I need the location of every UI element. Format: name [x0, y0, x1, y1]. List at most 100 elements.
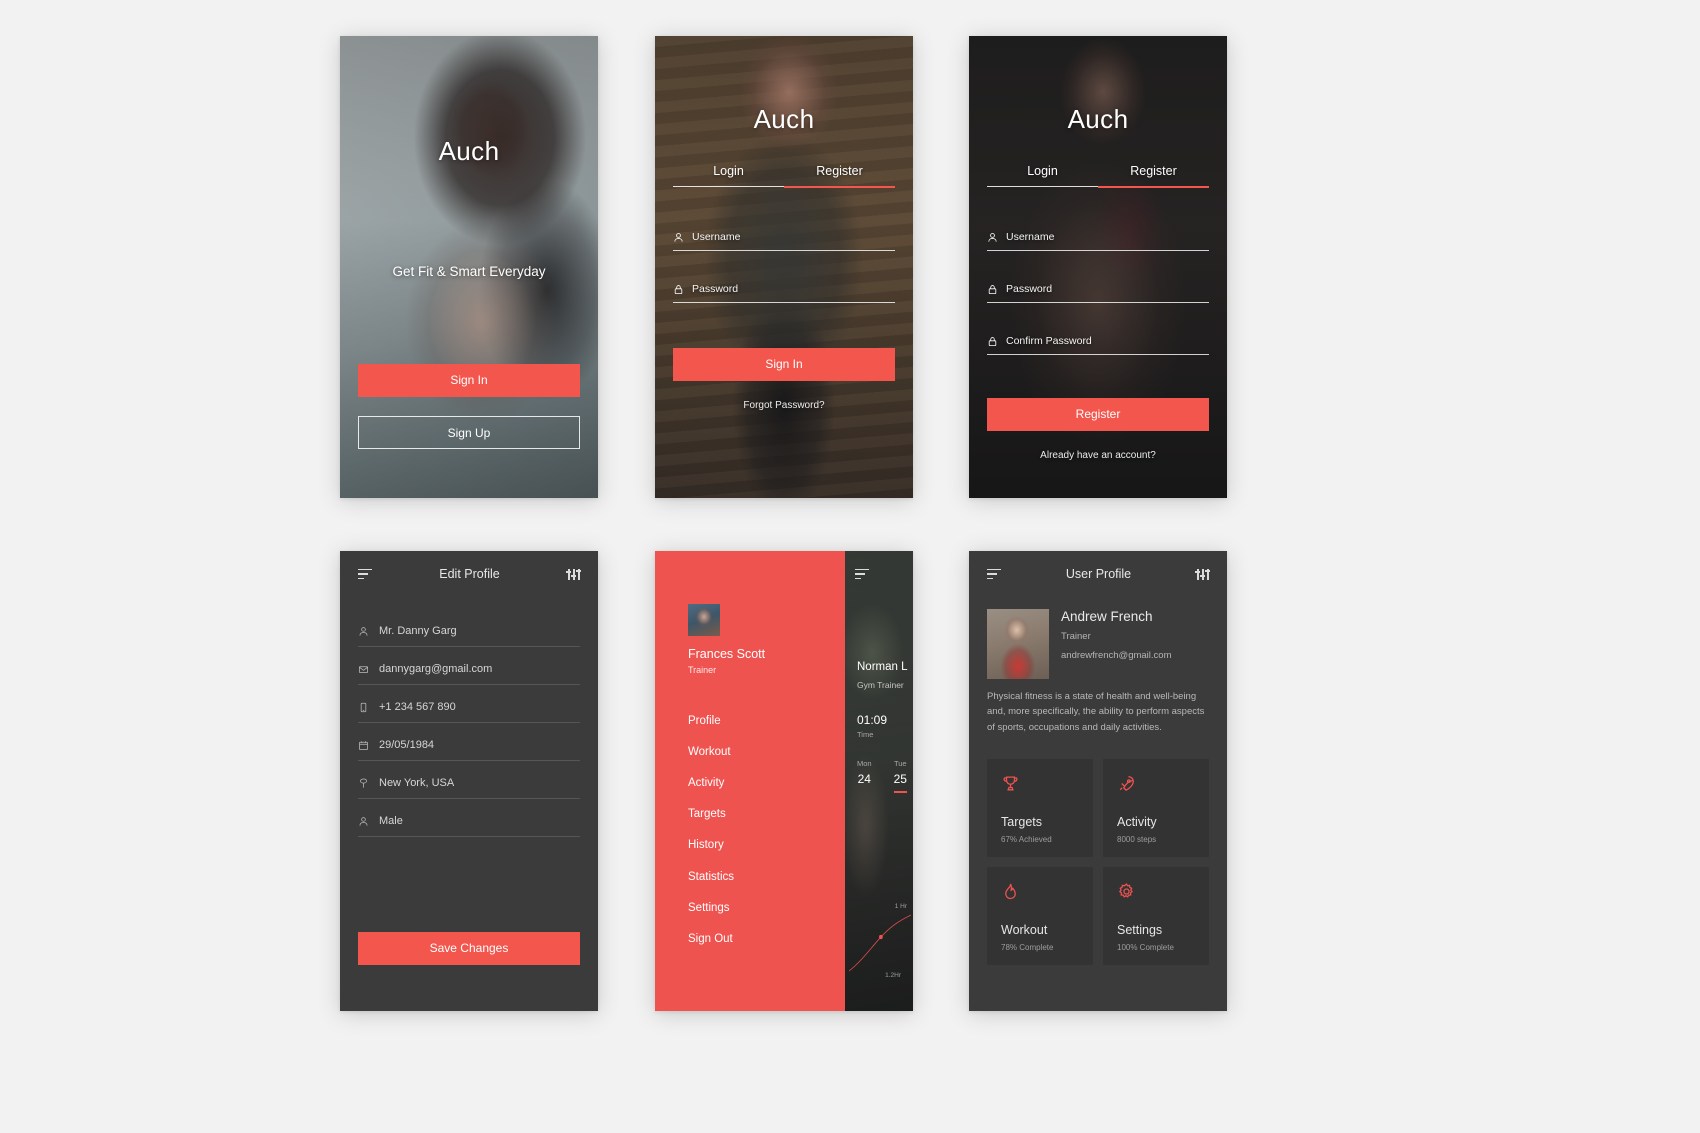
- stat-card-targets-value: 67% Achieved: [1001, 835, 1052, 844]
- menu-icon[interactable]: [987, 568, 1001, 580]
- edit-profile-field-list: Mr. Danny Garg dannygarg@gmail.com +1 23…: [358, 609, 580, 837]
- login-tab-rail: [673, 186, 895, 188]
- edit-profile-dob-value: 29/05/1984: [379, 739, 435, 751]
- splash-sign-up-button[interactable]: Sign Up: [358, 416, 580, 449]
- drawer-item-history[interactable]: History: [688, 830, 833, 861]
- user-profile-email: andrewfrench@gmail.com: [1061, 650, 1172, 661]
- filter-icon[interactable]: [1195, 568, 1210, 580]
- app-brand-logo: Auch: [438, 136, 500, 166]
- edit-profile-phone-value: +1 234 567 890: [379, 701, 456, 713]
- edit-profile-email-row[interactable]: dannygarg@gmail.com: [358, 647, 580, 685]
- day-chip-tue[interactable]: Tue 25: [894, 759, 907, 793]
- lock-icon: [987, 284, 998, 295]
- drawer-item-sign-out[interactable]: Sign Out: [688, 923, 833, 954]
- save-changes-button[interactable]: Save Changes: [358, 932, 580, 965]
- edit-profile-gender-value: Male: [379, 815, 403, 827]
- register-username-underline: [987, 250, 1209, 251]
- drawer-item-settings[interactable]: Settings: [688, 892, 833, 923]
- drawer-user-name: Frances Scott: [688, 647, 766, 661]
- register-password-field[interactable]: Password: [987, 283, 1209, 303]
- user-icon: [673, 232, 684, 243]
- stat-card-activity-label: Activity: [1117, 815, 1157, 829]
- stat-card-settings-value: 100% Complete: [1117, 943, 1174, 952]
- screen-edit-profile: Edit Profile Mr. Danny Garg dannygarg@gm…: [340, 551, 598, 1011]
- stat-card-activity-value: 8000 steps: [1117, 835, 1157, 844]
- location-icon: [358, 778, 369, 789]
- splash-tagline: Get Fit & Smart Everyday: [392, 264, 546, 279]
- gender-icon: [358, 816, 369, 827]
- login-username-placeholder: Username: [692, 231, 741, 243]
- register-username-field[interactable]: Username: [987, 231, 1209, 251]
- screen-user-profile: User Profile Andrew French Trainer andre…: [969, 551, 1227, 1011]
- stat-card-workout-label: Workout: [1001, 923, 1048, 937]
- menu-icon[interactable]: [358, 568, 372, 580]
- already-have-account-link[interactable]: Already have an account?: [969, 450, 1227, 461]
- mail-icon: [358, 664, 369, 675]
- workout-timer-label: Time: [857, 730, 874, 739]
- flame-icon: [1001, 882, 1079, 901]
- register-confirm-placeholder: Confirm Password: [1006, 335, 1092, 347]
- user-profile-header: Andrew French Trainer andrewfrench@gmail…: [987, 609, 1209, 679]
- trophy-icon: [1001, 774, 1079, 793]
- filter-icon[interactable]: [566, 568, 581, 580]
- workout-trainer-role: Gym Trainer: [857, 680, 904, 690]
- register-password-underline: [987, 302, 1209, 303]
- day-chip-mon[interactable]: Mon 24: [857, 759, 872, 793]
- edit-profile-name-row[interactable]: Mr. Danny Garg: [358, 609, 580, 647]
- tab-register[interactable]: Register: [784, 164, 895, 186]
- splash-sign-in-button[interactable]: Sign In: [358, 364, 580, 397]
- screen-splash: Auch Get Fit & Smart Everyday Sign In Si…: [340, 36, 598, 498]
- edit-profile-dob-row[interactable]: 29/05/1984: [358, 723, 580, 761]
- edit-profile-email-value: dannygarg@gmail.com: [379, 663, 493, 675]
- stat-card-workout[interactable]: Workout 78% Complete: [987, 867, 1093, 965]
- edit-profile-phone-row[interactable]: +1 234 567 890: [358, 685, 580, 723]
- edit-profile-location-value: New York, USA: [379, 777, 455, 789]
- register-submit-button[interactable]: Register: [987, 398, 1209, 431]
- workout-activity-chart: 1 Hr 1.2Hr: [848, 893, 912, 983]
- stat-card-workout-value: 78% Complete: [1001, 943, 1054, 952]
- drawer-item-profile[interactable]: Profile: [688, 705, 833, 736]
- drawer-item-statistics[interactable]: Statistics: [688, 861, 833, 892]
- tab-login[interactable]: Login: [673, 164, 784, 186]
- stat-card-activity[interactable]: Activity 8000 steps: [1103, 759, 1209, 857]
- drawer-item-workout[interactable]: Workout: [688, 736, 833, 767]
- drawer-item-activity[interactable]: Activity: [688, 767, 833, 798]
- login-username-underline: [673, 250, 895, 251]
- chart-label-high: 1 Hr: [894, 903, 907, 910]
- avatar: [987, 609, 1049, 679]
- edit-profile-name-value: Mr. Danny Garg: [379, 625, 457, 637]
- edit-profile-appbar: Edit Profile: [340, 551, 598, 597]
- register-auth-tabs: Login Register: [987, 164, 1209, 186]
- stat-card-targets[interactable]: Targets 67% Achieved: [987, 759, 1093, 857]
- register-confirm-password-field[interactable]: Confirm Password: [987, 335, 1209, 355]
- day-chip-tue-label: Tue: [893, 759, 907, 768]
- workout-day-selector: Mon 24 Tue 25: [857, 759, 909, 793]
- day-chip-tue-number: 25: [893, 772, 907, 786]
- page-title: User Profile: [1065, 567, 1132, 581]
- drawer-item-targets[interactable]: Targets: [688, 799, 833, 830]
- tab-register[interactable]: Register: [1098, 164, 1209, 186]
- mockup-canvas: Auch Get Fit & Smart Everyday Sign In Si…: [0, 0, 1700, 1133]
- login-password-underline: [673, 302, 895, 303]
- drawer-background-screen: Norman L Gym Trainer 01:09 Time Mon 24 T…: [845, 551, 913, 1011]
- user-icon: [987, 232, 998, 243]
- day-chip-mon-number: 24: [857, 772, 871, 786]
- register-confirm-underline: [987, 354, 1209, 355]
- forgot-password-link[interactable]: Forgot Password?: [655, 400, 913, 411]
- stat-card-settings[interactable]: Settings 100% Complete: [1103, 867, 1209, 965]
- login-sign-in-button[interactable]: Sign In: [673, 348, 895, 381]
- user-profile-identity: Andrew French Trainer andrewfrench@gmail…: [1061, 609, 1172, 679]
- register-tab-rail: [987, 186, 1209, 188]
- login-password-field[interactable]: Password: [673, 283, 895, 303]
- drawer-user-role: Trainer: [688, 665, 717, 675]
- edit-profile-gender-row[interactable]: Male: [358, 799, 580, 837]
- screen-register: Auch Login Register Username Password Co…: [969, 36, 1227, 498]
- avatar: [688, 604, 720, 636]
- menu-icon[interactable]: [855, 568, 869, 580]
- register-tab-active-indicator: [1098, 186, 1209, 188]
- edit-profile-location-row[interactable]: New York, USA: [358, 761, 580, 799]
- login-username-field[interactable]: Username: [673, 231, 895, 251]
- stat-card-settings-label: Settings: [1117, 923, 1163, 937]
- user-profile-bio: Physical fitness is a state of health an…: [987, 691, 1205, 733]
- tab-login[interactable]: Login: [987, 164, 1098, 186]
